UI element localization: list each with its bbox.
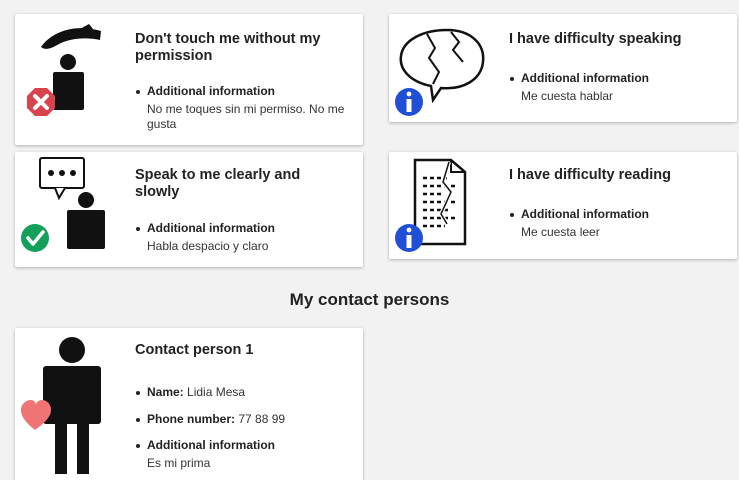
card-illustration bbox=[15, 152, 127, 267]
phone-value: 77 88 99 bbox=[238, 412, 286, 426]
card-difficulty-speaking[interactable]: I have difficulty speaking Additional in… bbox=[389, 14, 737, 122]
info-icon bbox=[395, 224, 423, 252]
info-label: Additional information bbox=[521, 71, 649, 85]
deny-x-icon bbox=[27, 88, 55, 116]
card-title: Speak to me clearly and slowly bbox=[135, 167, 301, 200]
section-heading: My contact persons bbox=[289, 290, 450, 309]
person-icon bbox=[53, 54, 84, 110]
speech-bubble-icon bbox=[39, 157, 85, 201]
name-value: Lidia Mesa bbox=[187, 385, 246, 399]
info-item: Additional information No me toques sin m… bbox=[135, 84, 355, 132]
info-text: No me toques sin mi permiso. No me gusta bbox=[147, 102, 345, 131]
card-illustration bbox=[15, 328, 127, 480]
info-text: Habla despacio y claro bbox=[147, 239, 269, 253]
person-icon bbox=[67, 192, 105, 249]
contact-phone-item: Phone number: 77 88 99 bbox=[135, 412, 355, 427]
person-icon bbox=[43, 337, 101, 474]
info-label: Additional information bbox=[147, 84, 275, 98]
card-title: I have difficulty reading bbox=[509, 167, 671, 183]
card-title: Don't touch me without my permission bbox=[135, 31, 321, 64]
info-item: Additional information Me cuesta hablar bbox=[509, 71, 729, 104]
contact-card[interactable]: Contact person 1 Name: Lidia Mesa Phone … bbox=[15, 328, 363, 480]
card-dont-touch[interactable]: Don't touch me without my permission Add… bbox=[15, 14, 363, 145]
hand-icon bbox=[41, 24, 101, 49]
card-illustration bbox=[389, 14, 501, 122]
card-illustration bbox=[15, 14, 127, 145]
info-icon bbox=[395, 88, 423, 116]
card-speak-clearly[interactable]: Speak to me clearly and slowly Additiona… bbox=[15, 152, 363, 267]
contact-name-item: Name: Lidia Mesa bbox=[135, 385, 355, 400]
check-icon bbox=[21, 224, 49, 252]
info-text: Me cuesta leer bbox=[521, 225, 600, 239]
info-item: Additional information Habla despacio y c… bbox=[135, 221, 355, 254]
info-label: Additional information bbox=[521, 207, 649, 221]
contact-title: Contact person 1 bbox=[135, 342, 254, 358]
contact-info-item: Additional information Es mi prima bbox=[135, 438, 355, 471]
info-label: Additional information bbox=[147, 221, 275, 235]
info-text: Es mi prima bbox=[147, 456, 211, 470]
info-item: Additional information Me cuesta leer bbox=[509, 207, 729, 240]
card-title: I have difficulty speaking bbox=[509, 31, 682, 47]
phone-label: Phone number: bbox=[147, 412, 236, 426]
card-illustration bbox=[389, 152, 501, 259]
name-label: Name: bbox=[147, 385, 184, 399]
info-label: Additional information bbox=[147, 438, 275, 452]
heart-icon bbox=[21, 400, 51, 430]
card-difficulty-reading[interactable]: I have difficulty reading Additional inf… bbox=[389, 152, 737, 259]
info-text: Me cuesta hablar bbox=[521, 89, 614, 103]
broken-document-icon bbox=[413, 158, 467, 246]
